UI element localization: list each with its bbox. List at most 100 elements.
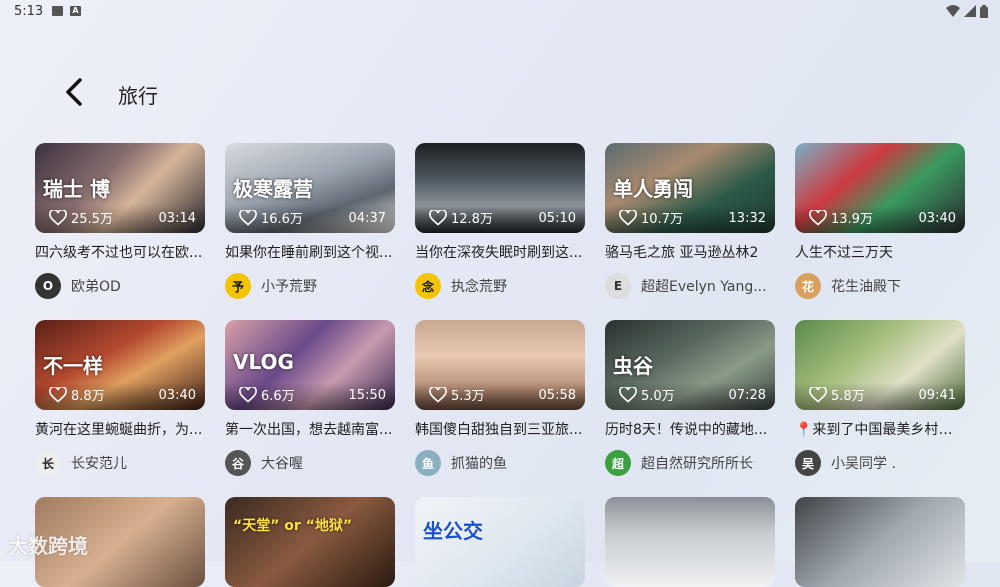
back-button[interactable] (56, 74, 92, 110)
author-row[interactable]: O 欧弟OD (35, 273, 205, 299)
video-thumbnail[interactable]: 极寒露营 16.6万 04:37 (225, 143, 395, 233)
author-name[interactable]: 长安范儿 (71, 453, 127, 473)
video-title[interactable]: 黄河在这里蜿蜒曲折，为... (35, 420, 205, 440)
thumbnail-meta-bar: 5.8万 09:41 (795, 382, 965, 410)
video-card[interactable]: 单人勇闯 10.7万 13:32 骆马毛之旅 亚马逊丛林2 E 超超Evelyn Yang… (605, 143, 775, 299)
video-title[interactable]: 历时8天！传说中的藏地... (605, 420, 775, 440)
video-thumbnail[interactable]: 12.8万 05:10 (415, 143, 585, 233)
video-duration: 09:41 (918, 388, 956, 403)
video-title[interactable]: 第一次出国，想去越南富... (225, 420, 395, 440)
video-card[interactable]: 12.8万 05:10 当你在深夜失眠时刷到这... 念执念荒野 (415, 143, 585, 299)
author-row[interactable]: 长长安范儿 (35, 450, 205, 476)
author-name[interactable]: 抓猫的鱼 (451, 453, 507, 473)
video-thumbnail[interactable]: 瑞士 博 25.5万 03:14 (35, 143, 205, 233)
heart-icon (429, 209, 447, 226)
video-card[interactable]: 虫谷 5.0万 07:28 历时8天！传说中的藏地... 超超自然研究所所长 (605, 320, 775, 476)
video-thumbnail[interactable]: 不一样 8.8万 03:40 (35, 320, 205, 410)
video-card[interactable]: 5.8万 09:41 📍来到了中国最美乡村—... 吴小吴同学 . (795, 320, 965, 476)
avatar[interactable]: 花 (795, 273, 821, 299)
status-icons (946, 4, 988, 18)
video-card[interactable]: 5.3万 05:58 韩国傻白甜独自到三亚旅... 鱼抓猫的鱼 (415, 320, 585, 476)
author-name[interactable]: 花生油殿下 (831, 276, 901, 296)
video-duration: 04:37 (348, 211, 386, 226)
thumbnail-caption: 单人勇闯 (613, 177, 693, 201)
video-thumbnail[interactable]: 坐公交 (415, 497, 585, 587)
author-row[interactable]: 予小予荒野 (225, 273, 395, 299)
avatar[interactable]: 吴 (795, 450, 821, 476)
video-card[interactable]: “天堂” or “地狱” (225, 497, 395, 587)
heart-icon (49, 386, 67, 403)
video-title[interactable]: 📍来到了中国最美乡村—... (795, 420, 965, 440)
video-title[interactable]: 人生不过三万天 (795, 243, 965, 263)
author-row[interactable]: 超超自然研究所所长 (605, 450, 775, 476)
video-card[interactable] (605, 497, 775, 587)
thumbnail-meta-bar: 5.0万 07:28 (605, 382, 775, 410)
like-count-text: 16.6万 (261, 212, 303, 227)
thumbnail-caption: 不一样 (43, 354, 103, 378)
video-title[interactable]: 韩国傻白甜独自到三亚旅... (415, 420, 585, 440)
video-card[interactable]: VLOG 6.6万 15:50 第一次出国，想去越南富... 谷大谷喔 (225, 320, 395, 476)
cellular-signal-icon (964, 5, 976, 17)
video-title[interactable]: 当你在深夜失眠时刷到这... (415, 243, 585, 263)
video-thumbnail[interactable]: 5.8万 09:41 (795, 320, 965, 410)
avatar[interactable]: E (605, 273, 631, 299)
author-name[interactable]: 欧弟OD (71, 276, 121, 296)
thumbnail-caption: 虫谷 (613, 354, 653, 378)
author-row[interactable]: 花花生油殿下 (795, 273, 965, 299)
author-name[interactable]: 小予荒野 (261, 276, 317, 296)
video-thumbnail[interactable]: VLOG 6.6万 15:50 (225, 320, 395, 410)
avatar[interactable]: 念 (415, 273, 441, 299)
avatar[interactable]: 长 (35, 450, 61, 476)
video-duration: 03:14 (158, 211, 196, 226)
video-duration: 13:32 (728, 211, 766, 226)
author-row[interactable]: 吴小吴同学 . (795, 450, 965, 476)
video-thumbnail[interactable] (795, 497, 965, 587)
heart-icon (239, 209, 257, 226)
video-thumbnail[interactable]: 虫谷 5.0万 07:28 (605, 320, 775, 410)
author-name[interactable]: 执念荒野 (451, 276, 507, 296)
video-duration: 07:28 (728, 388, 766, 403)
avatar[interactable]: O (35, 273, 61, 299)
thumbnail-meta-bar: 5.3万 05:58 (415, 382, 585, 410)
avatar[interactable]: 予 (225, 273, 251, 299)
like-count-text: 12.8万 (451, 212, 493, 227)
video-thumbnail[interactable]: 单人勇闯 10.7万 13:32 (605, 143, 775, 233)
thumbnail-caption: “天堂” or “地狱” (233, 518, 353, 534)
video-thumbnail[interactable]: “天堂” or “地狱” (225, 497, 395, 587)
author-row[interactable]: 谷大谷喔 (225, 450, 395, 476)
author-row[interactable]: 念执念荒野 (415, 273, 585, 299)
video-card[interactable]: 极寒露营 16.6万 04:37 如果你在睡前刷到这个视... 予小予荒野 (225, 143, 395, 299)
video-thumbnail[interactable] (605, 497, 775, 587)
like-count: 8.8万 (49, 385, 105, 404)
like-count: 12.8万 (429, 208, 493, 227)
video-card[interactable]: 坐公交 (415, 497, 585, 587)
thumbnail-image (795, 497, 965, 587)
video-card[interactable]: 不一样 8.8万 03:40 黄河在这里蜿蜒曲折，为... 长长安范儿 (35, 320, 205, 476)
video-card[interactable]: 13.9万 03:40 人生不过三万天花花生油殿下 (795, 143, 965, 299)
like-count-text: 5.0万 (641, 389, 675, 404)
like-count: 5.8万 (809, 385, 865, 404)
author-row[interactable]: E 超超Evelyn Yang... (605, 273, 775, 299)
video-title[interactable]: 四六级考不过也可以在欧... (35, 243, 205, 263)
video-card[interactable] (795, 497, 965, 587)
author-name[interactable]: 超超Evelyn Yang... (641, 276, 767, 296)
like-count-text: 5.3万 (451, 389, 485, 404)
author-name[interactable]: 小吴同学 . (831, 453, 896, 473)
video-card[interactable]: 瑞士 博 25.5万 03:14 四六级考不过也可以在欧... O 欧弟OD (35, 143, 205, 299)
video-title[interactable]: 如果你在睡前刷到这个视... (225, 243, 395, 263)
author-name[interactable]: 大谷喔 (261, 453, 303, 473)
thumbnail-meta-bar: 6.6万 15:50 (225, 382, 395, 410)
video-thumbnail[interactable]: 5.3万 05:58 (415, 320, 585, 410)
avatar[interactable]: 超 (605, 450, 631, 476)
status-bar: 5:13 A (0, 0, 1000, 24)
wifi-icon (946, 5, 960, 17)
avatar[interactable]: 鱼 (415, 450, 441, 476)
thumbnail-image (605, 497, 775, 587)
author-row[interactable]: 鱼抓猫的鱼 (415, 450, 585, 476)
like-count: 13.9万 (809, 208, 873, 227)
video-thumbnail[interactable]: 13.9万 03:40 (795, 143, 965, 233)
like-count-text: 8.8万 (71, 389, 105, 404)
avatar[interactable]: 谷 (225, 450, 251, 476)
video-title[interactable]: 骆马毛之旅 亚马逊丛林2 (605, 243, 775, 263)
author-name[interactable]: 超自然研究所所长 (641, 453, 753, 473)
